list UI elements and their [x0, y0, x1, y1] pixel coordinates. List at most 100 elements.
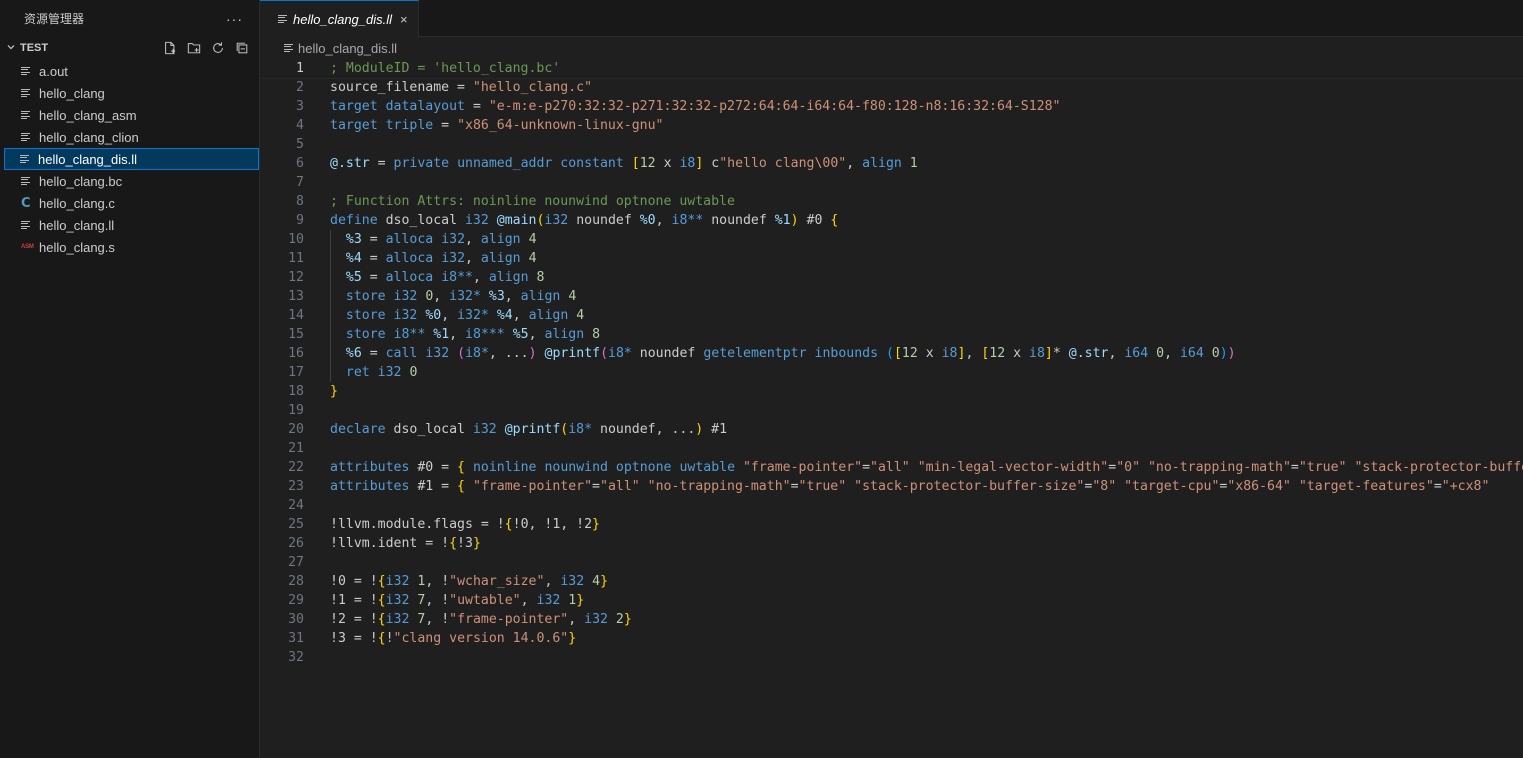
tab-hello-clang-dis-ll[interactable]: hello_clang_dis.ll ×	[260, 0, 419, 37]
file-name[interactable]: hello_clang.bc	[39, 174, 122, 189]
line-content[interactable]	[304, 135, 330, 154]
line-content[interactable]	[304, 173, 330, 192]
line-content[interactable]: attributes #1 = { "frame-pointer"="all" …	[304, 477, 1489, 496]
line-content[interactable]: define dso_local i32 @main(i32 noundef %…	[304, 211, 838, 230]
file-name[interactable]: hello_clang_clion	[39, 130, 139, 145]
file-name[interactable]: hello_clang.ll	[39, 218, 114, 233]
line-content[interactable]: source_filename = "hello_clang.c"	[304, 78, 592, 97]
code-line[interactable]: 23 attributes #1 = { "frame-pointer"="all…	[260, 477, 1523, 496]
new-file-icon[interactable]	[161, 40, 179, 56]
workspace-name[interactable]: TEST	[20, 42, 161, 54]
file-item[interactable]: hello_clang_dis.ll	[4, 148, 259, 170]
code-line[interactable]: 15 store i8** %1, i8*** %5, align 8	[260, 325, 1523, 344]
new-folder-icon[interactable]	[185, 40, 203, 56]
file-item[interactable]: hello_clang_asm	[0, 104, 259, 126]
line-content[interactable]	[304, 401, 330, 420]
file-item[interactable]: a.out	[0, 60, 259, 82]
line-content[interactable]: target datalayout = "e-m:e-p270:32:32-p2…	[304, 97, 1060, 116]
code-line[interactable]: 18}	[260, 382, 1523, 401]
close-icon[interactable]: ×	[400, 12, 408, 27]
code-line[interactable]: 10 %3 = alloca i32, align 4	[260, 230, 1523, 249]
code-line[interactable]: 13 store i32 0, i32* %3, align 4	[260, 287, 1523, 306]
code-line[interactable]: 25 !llvm.module.flags = !{!0, !1, !2}	[260, 515, 1523, 534]
line-content[interactable]: !1 = !{i32 7, !"uwtable", i32 1}	[304, 591, 584, 610]
line-content[interactable]: !0 = !{i32 1, !"wchar_size", i32 4}	[304, 572, 608, 591]
line-content[interactable]: %6 = call i32 (i8*, ...) @printf(i8* nou…	[304, 344, 1236, 363]
line-content[interactable]	[304, 553, 330, 572]
code-line[interactable]: 27	[260, 553, 1523, 572]
code-line[interactable]: 28 !0 = !{i32 1, !"wchar_size", i32 4}	[260, 572, 1523, 591]
line-content[interactable]: store i32 %0, i32* %4, align 4	[304, 306, 584, 325]
line-content[interactable]	[304, 496, 330, 515]
chevron-down-icon[interactable]	[6, 42, 20, 55]
collapse-all-icon[interactable]	[233, 40, 251, 56]
code-line[interactable]: 17 ret i32 0	[260, 363, 1523, 382]
line-content[interactable]: store i32 0, i32* %3, align 4	[304, 287, 576, 306]
line-content[interactable]: attributes #0 = { noinline nounwind optn…	[304, 458, 1523, 477]
line-content[interactable]: ; Function Attrs: noinline nounwind optn…	[304, 192, 735, 211]
line-content[interactable]	[304, 648, 330, 667]
line-content[interactable]: %5 = alloca i8**, align 8	[304, 268, 544, 287]
file-name[interactable]: hello_clang_asm	[39, 108, 137, 123]
code-line[interactable]: 8 ; Function Attrs: noinline nounwind opt…	[260, 192, 1523, 211]
file-name[interactable]: hello_clang_dis.ll	[38, 152, 137, 167]
workspace-section-header[interactable]: TEST	[0, 37, 259, 59]
code-token: c	[703, 156, 720, 171]
code-line[interactable]: 3 target datalayout = "e-m:e-p270:32:32-p…	[260, 97, 1523, 116]
file-item[interactable]: Chello_clang.c	[0, 192, 259, 214]
file-item[interactable]: hello_clang_clion	[0, 126, 259, 148]
code-line[interactable]: 4 target triple = "x86_64-unknown-linux-g…	[260, 116, 1523, 135]
code-line[interactable]: 9 define dso_local i32 @main(i32 noundef …	[260, 211, 1523, 230]
line-content[interactable]: !llvm.ident = !{!3}	[304, 534, 481, 553]
file-name[interactable]: hello_clang	[39, 86, 105, 101]
code-line[interactable]: 16 %6 = call i32 (i8*, ...) @printf(i8* …	[260, 344, 1523, 363]
code-line[interactable]: 14 store i32 %0, i32* %4, align 4	[260, 306, 1523, 325]
file-name[interactable]: hello_clang.c	[39, 196, 115, 211]
line-content[interactable]: !3 = !{!"clang version 14.0.6"}	[304, 629, 576, 648]
editor-area: hello_clang_dis.ll × hello_clang_dis.ll …	[260, 0, 1523, 758]
code-view[interactable]: 1; ModuleID = 'hello_clang.bc' 2 source_fi…	[260, 59, 1523, 758]
file-name[interactable]: hello_clang.s	[39, 240, 115, 255]
code-line[interactable]: 19	[260, 401, 1523, 420]
tab-label[interactable]: hello_clang_dis.ll	[293, 12, 392, 27]
code-line[interactable]: 11 %4 = alloca i32, align 4	[260, 249, 1523, 268]
code-line[interactable]: 32	[260, 648, 1523, 667]
line-content[interactable]: ret i32 0	[304, 363, 417, 382]
line-content[interactable]: !llvm.module.flags = !{!0, !1, !2}	[304, 515, 600, 534]
line-content[interactable]: store i8** %1, i8*** %5, align 8	[304, 325, 600, 344]
code-line[interactable]: 5	[260, 135, 1523, 154]
code-line[interactable]: 26 !llvm.ident = !{!3}	[260, 534, 1523, 553]
line-content[interactable]: ; ModuleID = 'hello_clang.bc'	[304, 59, 560, 78]
code-line[interactable]: 6 @.str = private unnamed_addr constant […	[260, 154, 1523, 173]
line-content[interactable]: target triple = "x86_64-unknown-linux-gn…	[304, 116, 664, 135]
code-token: }	[330, 384, 338, 399]
line-content[interactable]: !2 = !{i32 7, !"frame-pointer", i32 2}	[304, 610, 632, 629]
line-content[interactable]: %3 = alloca i32, align 4	[304, 230, 537, 249]
file-item[interactable]: ASM hello_clang.s	[0, 236, 259, 258]
line-content[interactable]: %4 = alloca i32, align 4	[304, 249, 537, 268]
code-line[interactable]: 31 !3 = !{!"clang version 14.0.6"}	[260, 629, 1523, 648]
code-line[interactable]: 7	[260, 173, 1523, 192]
code-line[interactable]: 22 attributes #0 = { noinline nounwind op…	[260, 458, 1523, 477]
line-content[interactable]: @.str = private unnamed_addr constant [1…	[304, 154, 918, 173]
file-name[interactable]: a.out	[39, 64, 68, 79]
code-line[interactable]: 24	[260, 496, 1523, 515]
breadcrumb-file[interactable]: hello_clang_dis.ll	[298, 41, 397, 56]
code-line[interactable]: 12 %5 = alloca i8**, align 8	[260, 268, 1523, 287]
code-line[interactable]: 2 source_filename = "hello_clang.c"	[260, 78, 1523, 97]
code-line[interactable]: 1 ; ModuleID = 'hello_clang.bc'	[260, 59, 1523, 79]
code-token: {	[457, 479, 465, 494]
code-line[interactable]: 21	[260, 439, 1523, 458]
file-item[interactable]: hello_clang	[0, 82, 259, 104]
code-token: %4	[496, 308, 513, 323]
more-actions-icon[interactable]: ···	[226, 11, 243, 27]
file-item[interactable]: hello_clang.ll	[0, 214, 259, 236]
line-content[interactable]: declare dso_local i32 @printf(i8* nounde…	[304, 420, 727, 439]
code-line[interactable]: 29 !1 = !{i32 7, !"uwtable", i32 1}	[260, 591, 1523, 610]
line-content[interactable]: }	[304, 382, 338, 401]
file-item[interactable]: hello_clang.bc	[0, 170, 259, 192]
code-line[interactable]: 20 declare dso_local i32 @printf(i8* noun…	[260, 420, 1523, 439]
code-line[interactable]: 30 !2 = !{i32 7, !"frame-pointer", i32 2}	[260, 610, 1523, 629]
refresh-icon[interactable]	[209, 40, 227, 56]
line-content[interactable]	[304, 439, 330, 458]
